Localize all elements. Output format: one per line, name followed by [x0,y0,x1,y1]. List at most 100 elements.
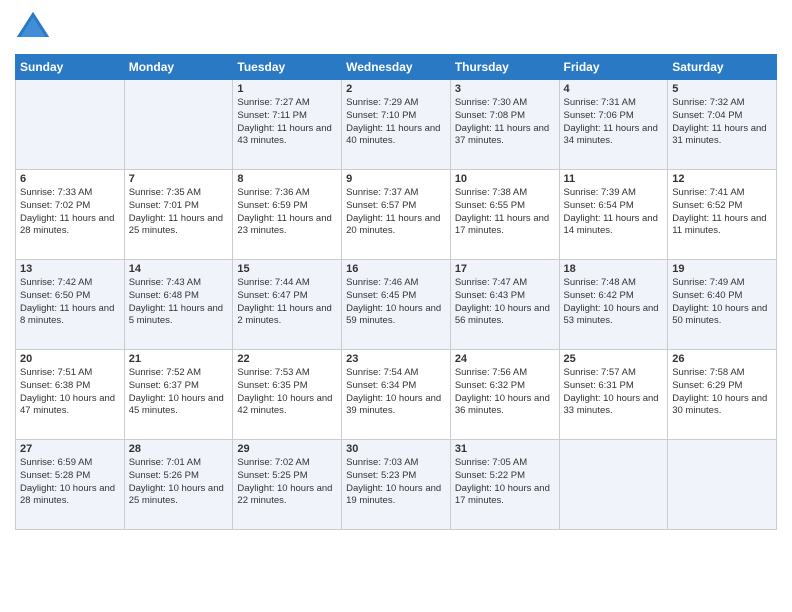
day-cell: 22 Sunrise: 7:53 AM Sunset: 6:35 PM Dayli… [233,350,342,440]
day-info: Sunrise: 7:41 AM Sunset: 6:52 PM Dayligh… [672,187,772,238]
day-info: Sunrise: 7:53 AM Sunset: 6:35 PM Dayligh… [237,367,337,418]
day-cell: 5 Sunrise: 7:32 AM Sunset: 7:04 PM Daylig… [668,80,777,170]
day-info: Sunrise: 7:03 AM Sunset: 5:23 PM Dayligh… [346,457,446,508]
day-cell [16,80,125,170]
day-number: 18 [564,263,664,275]
day-info: Sunrise: 7:32 AM Sunset: 7:04 PM Dayligh… [672,97,772,148]
day-number: 11 [564,173,664,185]
day-info: Sunrise: 7:33 AM Sunset: 7:02 PM Dayligh… [20,187,120,238]
day-number: 21 [129,353,229,365]
day-info: Sunrise: 7:54 AM Sunset: 6:34 PM Dayligh… [346,367,446,418]
week-row-4: 20Sunrise: 7:51 AM Sunset: 6:38 PM Dayli… [16,350,777,440]
day-cell: 14 Sunrise: 7:43 AM Sunset: 6:48 PM Dayli… [124,260,233,350]
day-info: Sunrise: 7:05 AM Sunset: 5:22 PM Dayligh… [455,457,555,508]
day-number: 3 [455,83,555,95]
day-cell: 28 Sunrise: 7:01 AM Sunset: 5:26 PM Dayli… [124,440,233,530]
day-info: Sunrise: 7:56 AM Sunset: 6:32 PM Dayligh… [455,367,555,418]
day-cell: 16 Sunrise: 7:46 AM Sunset: 6:45 PM Dayli… [342,260,451,350]
day-number: 1 [237,83,337,95]
day-cell: 6Sunrise: 7:33 AM Sunset: 7:02 PM Daylig… [16,170,125,260]
day-number: 10 [455,173,555,185]
day-number: 16 [346,263,446,275]
day-number: 7 [129,173,229,185]
day-number: 22 [237,353,337,365]
day-info: Sunrise: 7:39 AM Sunset: 6:54 PM Dayligh… [564,187,664,238]
day-cell: 11 Sunrise: 7:39 AM Sunset: 6:54 PM Dayli… [559,170,668,260]
day-number: 2 [346,83,446,95]
day-cell: 9Sunrise: 7:37 AM Sunset: 6:57 PM Daylig… [342,170,451,260]
day-cell: 12 Sunrise: 7:41 AM Sunset: 6:52 PM Dayli… [668,170,777,260]
day-number: 23 [346,353,446,365]
day-cell: 8 Sunrise: 7:36 AM Sunset: 6:59 PM Daylig… [233,170,342,260]
day-number: 12 [672,173,772,185]
day-cell: 4 Sunrise: 7:31 AM Sunset: 7:06 PM Daylig… [559,80,668,170]
day-cell [559,440,668,530]
day-number: 14 [129,263,229,275]
day-cell: 18Sunrise: 7:48 AM Sunset: 6:42 PM Dayli… [559,260,668,350]
day-number: 8 [237,173,337,185]
day-number: 31 [455,443,555,455]
day-info: Sunrise: 7:02 AM Sunset: 5:25 PM Dayligh… [237,457,337,508]
day-number: 30 [346,443,446,455]
day-info: Sunrise: 7:46 AM Sunset: 6:45 PM Dayligh… [346,277,446,328]
logo-icon [15,10,51,46]
day-number: 15 [237,263,337,275]
day-cell: 30 Sunrise: 7:03 AM Sunset: 5:23 PM Dayli… [342,440,451,530]
day-number: 13 [20,263,120,275]
week-row-3: 13 Sunrise: 7:42 AM Sunset: 6:50 PM Dayli… [16,260,777,350]
day-cell: 26 Sunrise: 7:58 AM Sunset: 6:29 PM Dayli… [668,350,777,440]
day-cell: 19Sunrise: 7:49 AM Sunset: 6:40 PM Dayli… [668,260,777,350]
day-cell: 20Sunrise: 7:51 AM Sunset: 6:38 PM Dayli… [16,350,125,440]
day-cell [124,80,233,170]
day-info: Sunrise: 7:42 AM Sunset: 6:50 PM Dayligh… [20,277,120,328]
calendar-header [15,10,777,46]
day-info: Sunrise: 7:43 AM Sunset: 6:48 PM Dayligh… [129,277,229,328]
day-cell: 21 Sunrise: 7:52 AM Sunset: 6:37 PM Dayli… [124,350,233,440]
day-cell: 17 Sunrise: 7:47 AM Sunset: 6:43 PM Dayli… [450,260,559,350]
weekday-header-sunday: Sunday [16,55,125,80]
day-info: Sunrise: 7:38 AM Sunset: 6:55 PM Dayligh… [455,187,555,238]
day-info: Sunrise: 7:31 AM Sunset: 7:06 PM Dayligh… [564,97,664,148]
logo [15,10,55,46]
day-cell [668,440,777,530]
day-info: Sunrise: 7:37 AM Sunset: 6:57 PM Dayligh… [346,187,446,238]
weekday-header-wednesday: Wednesday [342,55,451,80]
day-cell: 24 Sunrise: 7:56 AM Sunset: 6:32 PM Dayli… [450,350,559,440]
day-number: 24 [455,353,555,365]
day-info: Sunrise: 7:29 AM Sunset: 7:10 PM Dayligh… [346,97,446,148]
day-info: Sunrise: 7:58 AM Sunset: 6:29 PM Dayligh… [672,367,772,418]
day-cell: 27Sunrise: 6:59 AM Sunset: 5:28 PM Dayli… [16,440,125,530]
day-info: Sunrise: 7:01 AM Sunset: 5:26 PM Dayligh… [129,457,229,508]
day-number: 19 [672,263,772,275]
day-info: Sunrise: 7:52 AM Sunset: 6:37 PM Dayligh… [129,367,229,418]
day-info: Sunrise: 7:36 AM Sunset: 6:59 PM Dayligh… [237,187,337,238]
day-cell: 7 Sunrise: 7:35 AM Sunset: 7:01 PM Daylig… [124,170,233,260]
weekday-header-tuesday: Tuesday [233,55,342,80]
weekday-header-saturday: Saturday [668,55,777,80]
day-number: 26 [672,353,772,365]
day-cell: 2 Sunrise: 7:29 AM Sunset: 7:10 PM Daylig… [342,80,451,170]
calendar-table: SundayMondayTuesdayWednesdayThursdayFrid… [15,54,777,530]
day-cell: 15 Sunrise: 7:44 AM Sunset: 6:47 PM Dayli… [233,260,342,350]
day-number: 17 [455,263,555,275]
day-info: Sunrise: 7:44 AM Sunset: 6:47 PM Dayligh… [237,277,337,328]
day-number: 20 [20,353,120,365]
weekday-header-friday: Friday [559,55,668,80]
day-number: 4 [564,83,664,95]
day-info: Sunrise: 7:57 AM Sunset: 6:31 PM Dayligh… [564,367,664,418]
day-cell: 31 Sunrise: 7:05 AM Sunset: 5:22 PM Dayli… [450,440,559,530]
day-number: 25 [564,353,664,365]
weekday-header-thursday: Thursday [450,55,559,80]
day-number: 28 [129,443,229,455]
day-cell: 29Sunrise: 7:02 AM Sunset: 5:25 PM Dayli… [233,440,342,530]
day-number: 5 [672,83,772,95]
weekday-header-row: SundayMondayTuesdayWednesdayThursdayFrid… [16,55,777,80]
day-number: 27 [20,443,120,455]
weekday-header-monday: Monday [124,55,233,80]
day-info: Sunrise: 7:35 AM Sunset: 7:01 PM Dayligh… [129,187,229,238]
day-cell: 23 Sunrise: 7:54 AM Sunset: 6:34 PM Dayli… [342,350,451,440]
day-cell: 3Sunrise: 7:30 AM Sunset: 7:08 PM Daylig… [450,80,559,170]
day-info: Sunrise: 7:47 AM Sunset: 6:43 PM Dayligh… [455,277,555,328]
day-cell: 25 Sunrise: 7:57 AM Sunset: 6:31 PM Dayli… [559,350,668,440]
week-row-5: 27Sunrise: 6:59 AM Sunset: 5:28 PM Dayli… [16,440,777,530]
